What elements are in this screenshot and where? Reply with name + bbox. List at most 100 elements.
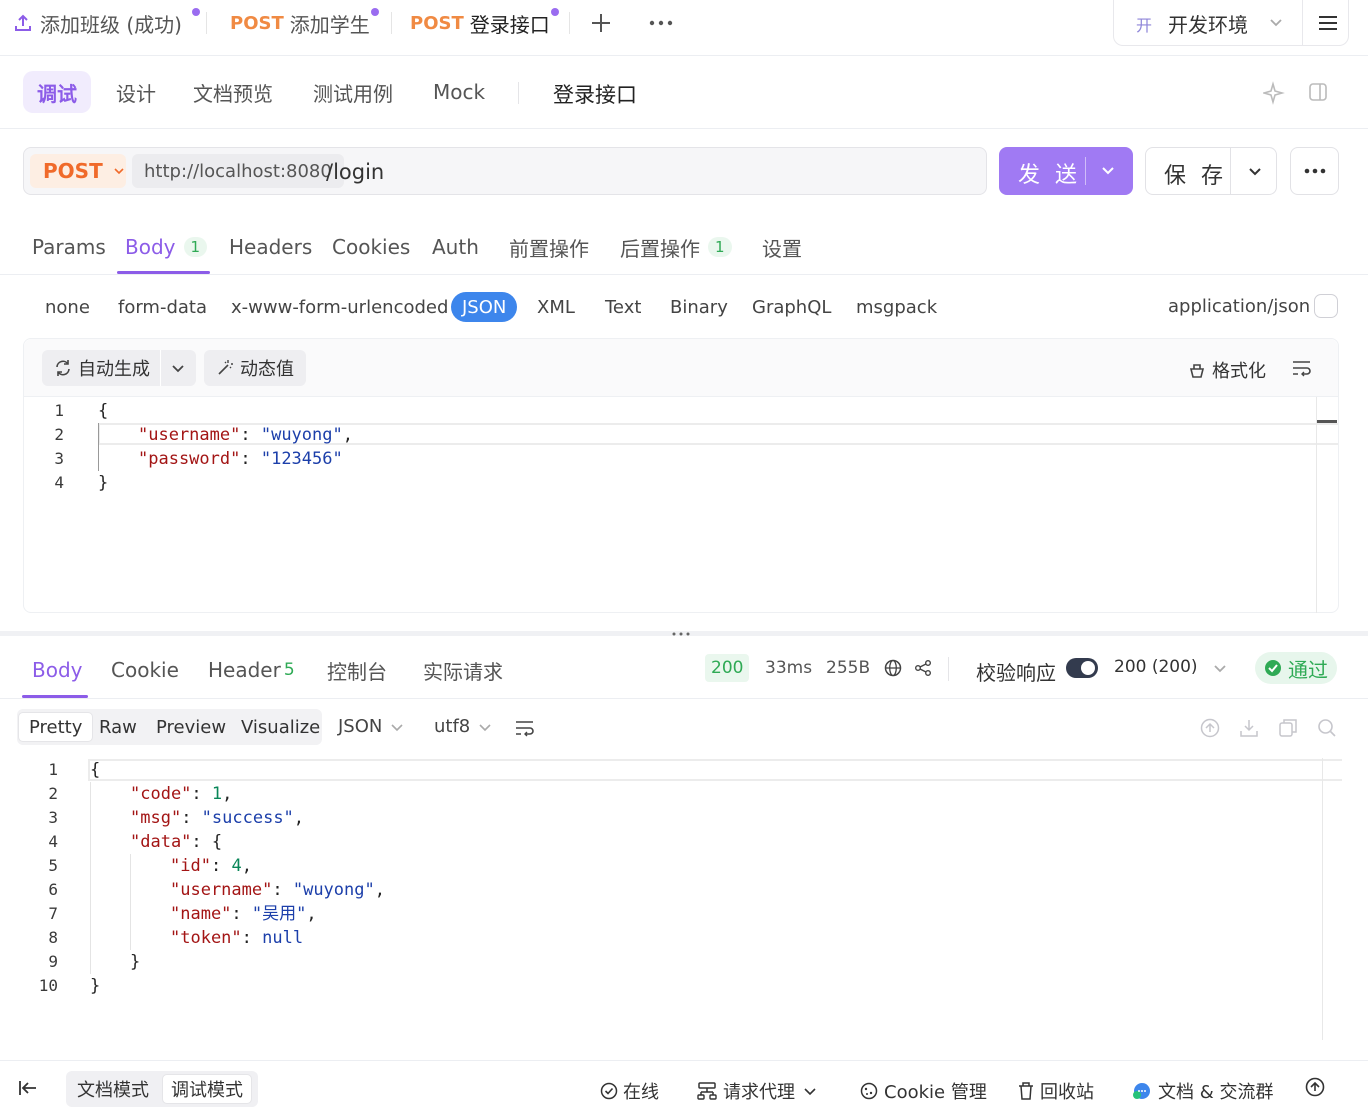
code-line: "token": null xyxy=(170,928,304,948)
ai-sparkle-icon[interactable] xyxy=(1263,81,1285,105)
search-icon[interactable] xyxy=(1317,718,1337,738)
response-tab-actual-request[interactable]: 实际请求 xyxy=(423,655,503,685)
more-icon xyxy=(1304,168,1326,174)
content-type-checkbox[interactable] xyxy=(1314,294,1338,318)
drag-handle-icon[interactable] xyxy=(672,632,690,636)
send-label: 发 送 xyxy=(1018,163,1081,188)
proxy-label: 请求代理 xyxy=(723,1082,795,1103)
cookie-manager[interactable]: Cookie 管理 xyxy=(860,1078,987,1104)
mode-design[interactable]: 设计 xyxy=(102,71,170,113)
tab-post-processors[interactable]: 后置操作 1 xyxy=(620,232,732,262)
auto-generate-button[interactable]: 自动生成 xyxy=(42,350,196,386)
mode-doc-preview[interactable]: 文档预览 xyxy=(179,71,287,113)
tab-body[interactable]: Body 1 xyxy=(125,232,208,262)
verification-passed-badge: 通过 xyxy=(1255,652,1337,684)
verify-response-value[interactable]: 200 (200) xyxy=(1114,657,1198,677)
chevron-down-icon[interactable] xyxy=(1246,162,1264,180)
response-encoding-select[interactable]: utf8 xyxy=(434,716,492,737)
method-label: POST xyxy=(43,159,103,183)
code-line: "data": { xyxy=(130,832,223,852)
body-type-none[interactable]: none xyxy=(45,292,90,322)
debug-mode-button[interactable]: 调试模式 xyxy=(162,1074,252,1104)
code-line: "code": 1, xyxy=(130,784,233,804)
tab-headers[interactable]: Headers xyxy=(229,232,312,262)
body-type-text[interactable]: Text xyxy=(605,292,641,322)
mode-test-cases[interactable]: 测试用例 xyxy=(299,71,407,113)
base-url[interactable]: http://localhost:8080 xyxy=(132,154,344,188)
response-format-group: Pretty Raw Preview Visualize xyxy=(17,709,322,745)
save-label: 保 存 xyxy=(1164,164,1227,189)
side-panel-icon[interactable] xyxy=(1308,82,1328,102)
collapse-sidebar-icon[interactable] xyxy=(18,1079,38,1097)
docs-community[interactable]: 文档 & 交流群 xyxy=(1132,1078,1273,1104)
online-label: 在线 xyxy=(623,1082,659,1103)
visualize-icon[interactable] xyxy=(1200,718,1220,738)
tab-settings[interactable]: 设置 xyxy=(762,232,802,262)
mode-mock[interactable]: Mock xyxy=(419,71,499,113)
add-tab-icon[interactable] xyxy=(590,12,612,34)
pass-label: 通过 xyxy=(1288,657,1328,682)
scroll-to-top-icon[interactable] xyxy=(1305,1077,1325,1097)
word-wrap-icon[interactable] xyxy=(1292,359,1312,377)
url-path-input[interactable] xyxy=(326,156,926,188)
tab-pre-processors[interactable]: 前置操作 xyxy=(509,232,589,262)
body-type-form-data[interactable]: form-data xyxy=(118,292,207,322)
response-body-viewer[interactable]: 1 { 2 "code": 1, 3 "msg": "success", 4 "… xyxy=(0,758,1368,1058)
download-icon[interactable] xyxy=(1239,718,1259,738)
api-name: 登录接口 xyxy=(553,83,637,107)
code-line: "msg": "success", xyxy=(130,808,305,828)
tab-params[interactable]: Params xyxy=(32,232,106,262)
format-raw[interactable]: Raw xyxy=(89,712,147,742)
response-tab-cookie[interactable]: Cookie xyxy=(111,655,179,685)
chevron-down-icon xyxy=(1268,14,1284,30)
save-button[interactable]: 保 存 xyxy=(1145,147,1277,195)
body-type-binary[interactable]: Binary xyxy=(670,292,728,322)
body-type-json[interactable]: JSON xyxy=(451,292,518,322)
share-icon[interactable] xyxy=(914,659,932,677)
online-status[interactable]: 在线 xyxy=(600,1078,659,1104)
word-wrap-icon[interactable] xyxy=(515,719,535,737)
globe-icon[interactable] xyxy=(884,659,902,677)
count-badge: 1 xyxy=(183,237,208,257)
body-type-urlencoded[interactable]: x-www-form-urlencoded xyxy=(231,292,448,322)
body-type-graphql[interactable]: GraphQL xyxy=(752,292,831,322)
chevron-down-icon[interactable] xyxy=(1212,660,1228,676)
refresh-icon xyxy=(54,359,72,377)
chevron-down-icon[interactable] xyxy=(170,360,186,376)
format-pretty[interactable]: Pretty xyxy=(18,712,94,742)
response-language-select[interactable]: JSON xyxy=(338,716,404,737)
response-time: 33ms xyxy=(765,658,813,678)
format-preview[interactable]: Preview xyxy=(146,712,236,742)
format-button[interactable]: 格式化 xyxy=(1188,357,1266,383)
mode-debug[interactable]: 调试 xyxy=(23,71,91,113)
response-tab-body[interactable]: Body xyxy=(32,655,83,685)
request-proxy[interactable]: 请求代理 xyxy=(697,1078,817,1104)
more-actions-button[interactable] xyxy=(1290,147,1339,195)
recycle-bin[interactable]: 回收站 xyxy=(1018,1078,1094,1104)
chevron-down-icon[interactable] xyxy=(1099,161,1117,179)
tab-add-student[interactable]: POST 添加学生 xyxy=(230,0,379,46)
tab-cookies[interactable]: Cookies xyxy=(332,232,410,262)
tab-label: 登录接口 xyxy=(469,12,550,37)
hamburger-menu-icon[interactable] xyxy=(1318,14,1338,32)
send-button[interactable]: 发 送 xyxy=(999,147,1133,195)
scrollbar-thumb[interactable] xyxy=(1317,420,1337,423)
body-type-xml[interactable]: XML xyxy=(537,292,575,322)
request-body-editor[interactable]: 自动生成 动态值 格式化 1 { 2 "username": "wuyong", xyxy=(23,338,1339,613)
format-visualize[interactable]: Visualize xyxy=(231,712,330,742)
code-line: "password": "123456" xyxy=(138,449,343,469)
method-selector[interactable]: POST xyxy=(30,154,126,188)
copy-icon[interactable] xyxy=(1278,718,1298,738)
tab-login[interactable]: POST 登录接口 xyxy=(410,0,559,46)
body-type-msgpack[interactable]: msgpack xyxy=(856,292,937,322)
doc-mode-button[interactable]: 文档模式 xyxy=(69,1074,157,1104)
response-tab-header[interactable]: Header 5 xyxy=(208,655,295,685)
dynamic-value-button[interactable]: 动态值 xyxy=(204,350,306,386)
response-tab-console[interactable]: 控制台 xyxy=(327,655,387,685)
environment-selector[interactable]: 开 开发环境 xyxy=(1113,0,1349,46)
more-tabs-icon[interactable] xyxy=(649,20,673,26)
tab-add-class[interactable]: 添加班级 (成功) xyxy=(12,0,200,46)
tab-method: POST xyxy=(410,12,464,34)
verify-response-toggle[interactable] xyxy=(1066,658,1098,678)
tab-auth[interactable]: Auth xyxy=(432,232,479,262)
